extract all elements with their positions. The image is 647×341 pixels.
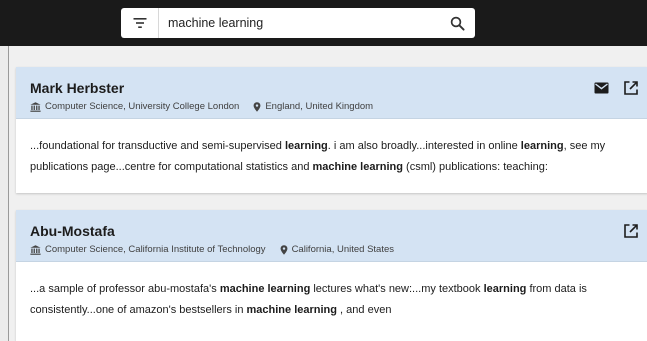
- institution-icon: [30, 244, 41, 255]
- snippet-text: lectures what's new:...my textbook: [310, 283, 484, 295]
- search-bar: [121, 8, 475, 38]
- search-icon: [450, 16, 465, 31]
- search-input[interactable]: [159, 8, 439, 38]
- email-button[interactable]: [590, 77, 612, 99]
- snippet-text: . i am also broadly...interested in onli…: [327, 140, 521, 152]
- result-card-header: Abu-Mostafa Computer Science, California…: [16, 210, 647, 262]
- result-name[interactable]: Abu-Mostafa: [30, 223, 115, 239]
- top-bar: [0, 0, 647, 46]
- snippet-highlight: learning: [483, 283, 527, 295]
- result-actions: [612, 220, 642, 242]
- result-location: California, United States: [291, 244, 395, 255]
- snippet-text: (csml) publications: teaching:: [402, 161, 548, 173]
- snippet-highlight: learning: [284, 140, 328, 152]
- snippet-highlight: machine learning: [219, 283, 311, 295]
- result-name[interactable]: Mark Herbster: [30, 80, 124, 96]
- institution-icon: [30, 101, 41, 112]
- open-profile-button[interactable]: [620, 77, 642, 99]
- result-department: Computer Science, University College Lon…: [45, 101, 240, 112]
- result-card: Abu-Mostafa Computer Science, California…: [16, 210, 647, 341]
- snippet-highlight: machine learning: [312, 161, 403, 173]
- location-pin-icon: [280, 244, 288, 255]
- snippet-highlight: learning: [520, 140, 564, 152]
- result-meta: Computer Science, University College Lon…: [30, 101, 373, 112]
- result-card: Mark Herbster Computer Science, Universi…: [16, 67, 647, 193]
- snippet-highlight: machine learning: [246, 304, 337, 316]
- filter-button[interactable]: [121, 8, 159, 38]
- snippet-text: ...foundational for transductive and sem…: [30, 140, 285, 152]
- result-snippet: ...a sample of professor abu-mostafa's m…: [16, 262, 647, 333]
- snippet-text: ...a sample of professor abu-mostafa's: [30, 283, 220, 295]
- location-pin-icon: [253, 101, 261, 112]
- result-snippet: ...foundational for transductive and sem…: [16, 119, 647, 190]
- open-external-icon: [624, 224, 638, 238]
- result-card-header: Mark Herbster Computer Science, Universi…: [16, 67, 647, 119]
- snippet-text: , and even: [337, 304, 392, 316]
- result-actions: [582, 77, 642, 99]
- result-meta: Computer Science, California Institute o…: [30, 244, 394, 255]
- email-icon: [594, 82, 608, 94]
- result-department: Computer Science, California Institute o…: [45, 244, 266, 255]
- open-external-icon: [624, 81, 638, 95]
- result-location: England, United Kingdom: [265, 101, 374, 112]
- open-profile-button[interactable]: [620, 220, 642, 242]
- results-list: Mark Herbster Computer Science, Universi…: [8, 46, 647, 341]
- filter-icon: [133, 18, 146, 28]
- search-button[interactable]: [439, 8, 475, 38]
